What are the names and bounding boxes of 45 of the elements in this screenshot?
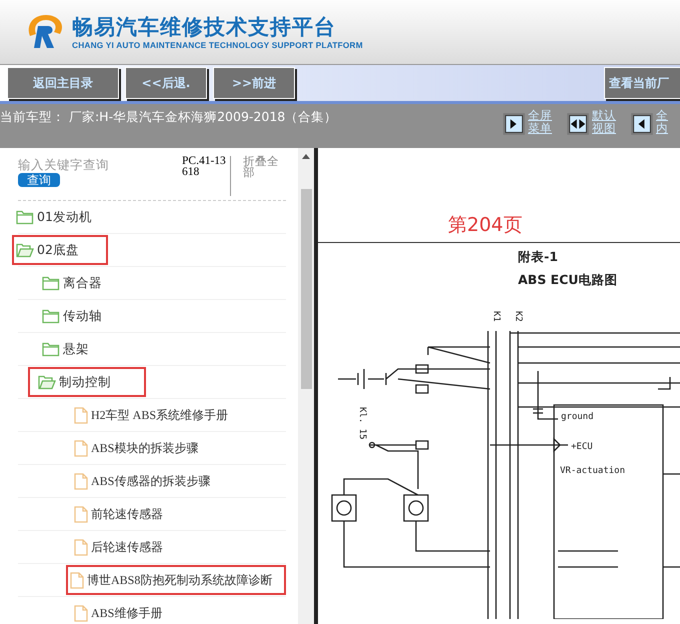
tree-item[interactable]: 后轮速传感器 <box>70 532 171 562</box>
highlighted-tree-item[interactable]: 制动控制 <box>28 367 146 397</box>
tree-item[interactable]: ABS维修手册 <box>70 598 170 624</box>
tree-item[interactable]: 离合器 <box>38 268 110 298</box>
table-title: 附表-1 <box>517 249 559 266</box>
document-icon <box>74 472 88 490</box>
tree-item[interactable]: 前轮速传感器 <box>70 499 171 529</box>
document-icon <box>74 506 88 522</box>
scrollbar[interactable] <box>298 148 314 624</box>
tree-item[interactable]: ABS传感器的拆装步骤 <box>70 466 218 496</box>
tree-item[interactable]: ABS模块的拆装步骤 <box>70 433 206 463</box>
highlighted-tree-item[interactable]: 02底盘 <box>12 235 108 265</box>
tree-item[interactable]: 01发动机 <box>12 202 108 232</box>
diagram-label: K2 <box>513 311 523 322</box>
document-icon <box>74 538 88 556</box>
panel-toggle-icon[interactable] <box>630 112 654 136</box>
view-manufacturer-button[interactable]: 查看当前厂 <box>604 67 680 99</box>
tree-item[interactable]: 传动轴 <box>38 301 110 331</box>
collapse-all-link[interactable]: 折叠全部 <box>243 156 285 200</box>
nav-button[interactable]: <<后退. <box>125 67 207 99</box>
scrollbar-thumb[interactable] <box>300 189 312 389</box>
platform-subtitle: CHANG YI AUTO MAINTENANCE TECHNOLOGY SUPPORT PLATFORM <box>72 40 363 50</box>
tree-item[interactable]: 悬架 <box>38 334 97 364</box>
diagram-label: Kl. 15 <box>357 407 367 440</box>
document-icon <box>74 406 88 424</box>
diagram-label: VR-actuation <box>560 466 626 476</box>
document-icon <box>74 440 88 456</box>
document-icon <box>70 572 84 588</box>
diagram-label: K1 <box>491 311 501 322</box>
panel-toggle-icon[interactable] <box>566 112 590 136</box>
search-button[interactable]: 查询 <box>18 173 60 187</box>
diagram-label: ground <box>561 412 594 422</box>
panel-toggle-icon[interactable] <box>502 112 526 136</box>
code-text: PC.41-13618 <box>182 156 231 196</box>
highlighted-tree-item[interactable]: 博世ABS8防抱死制动系统故障诊断 <box>66 565 286 595</box>
scroll-up-arrow-icon[interactable] <box>302 154 310 159</box>
diagram-title: ABS ECU电路图 <box>517 272 618 289</box>
page-number: 第204页 <box>318 148 680 243</box>
nav-button[interactable]: >>前进 <box>213 67 295 99</box>
diagram-label: +ECU <box>571 442 593 452</box>
current-model-text: 当前车型： 厂家:H-华晨汽车金杯海狮2009-2018（合集） <box>0 109 338 126</box>
nav-button[interactable]: 返回主目录 <box>7 67 119 99</box>
tree-item[interactable]: H2车型 ABS系统维修手册 <box>70 400 236 430</box>
platform-title: 畅易汽车维修技术支持平台 <box>72 14 337 40</box>
document-icon <box>74 604 88 622</box>
